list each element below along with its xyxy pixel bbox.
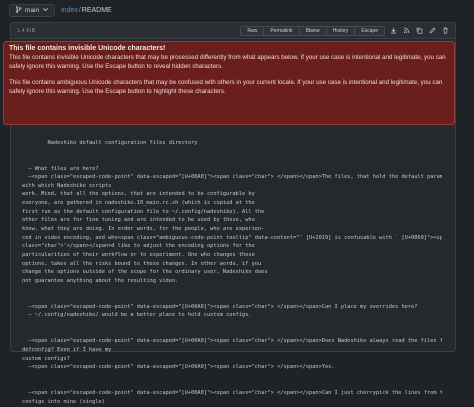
- top-bar: main index/README: [0, 0, 474, 20]
- breadcrumb-current-file: README: [81, 6, 112, 14]
- code-line: configs into mine (single): [22, 398, 105, 405]
- code-line: defconfig? Even if I have my: [22, 347, 112, 354]
- history-button[interactable]: History: [325, 25, 356, 36]
- code-line: —<span class="escaped-code-point" data-e…: [22, 303, 418, 310]
- raw-button[interactable]: Raw: [240, 25, 265, 36]
- code-line: —<span class="escaped-code-point" data-e…: [22, 174, 442, 181]
- code-line: – What files are here?: [22, 165, 99, 172]
- branch-name: main: [25, 6, 40, 14]
- file-content: Nadeshiko default configuration files di…: [22, 130, 442, 407]
- warning-title: This file contains invisible Unicode cha…: [9, 45, 166, 52]
- warning-invisible-text: This file contains invisible Unicode cha…: [9, 54, 446, 70]
- code-line: change the options outside of the scope …: [22, 269, 268, 276]
- file-actions: Raw Permalink Blame History Escape: [240, 25, 385, 36]
- code-line: not guarantee anything about the resulti…: [22, 277, 179, 284]
- code-line: class="char">’</span></span>d like to ad…: [22, 243, 255, 250]
- branch-icon: [15, 5, 22, 15]
- chevron-down-icon: [42, 6, 49, 15]
- breadcrumb-repo-link[interactable]: index: [61, 7, 78, 14]
- code-line: —<span class="escaped-code-point" data-e…: [22, 338, 442, 345]
- warning-ambiguous-text: This file contains ambiguous Unicode cha…: [9, 79, 443, 95]
- code-line: work. Mind, that all the options, that a…: [22, 191, 255, 198]
- blame-button[interactable]: Blame: [298, 25, 327, 36]
- code-line: know, what they are doing. In order word…: [22, 226, 265, 233]
- edit-icon[interactable]: [429, 27, 436, 34]
- code-line: first run as the default configuration f…: [22, 208, 265, 215]
- file-size: 1.4 KiB: [17, 27, 36, 34]
- unicode-warning-banner: This file contains invisible Unicode cha…: [3, 41, 455, 125]
- code-line: other files are for fine tuning and are …: [22, 217, 255, 224]
- code-line: —<span class="escaped-code-point" data-e…: [22, 364, 335, 371]
- file-header: 1.4 KiB Raw Permalink Blame History Esca…: [11, 23, 455, 39]
- permalink-button[interactable]: Permalink: [263, 25, 300, 36]
- branch-selector[interactable]: main: [9, 3, 56, 17]
- file-icon-actions: [390, 27, 449, 34]
- code-line: ced in video encoding, and who<span clas…: [22, 234, 442, 241]
- download-icon[interactable]: [390, 27, 397, 34]
- escape-button[interactable]: Escape: [354, 25, 385, 36]
- code-line: particularities of their workflow or to …: [22, 251, 255, 258]
- code-line: – ~/.config/nadeshiko/ would be a better…: [22, 312, 252, 319]
- delete-icon[interactable]: [442, 27, 449, 34]
- code-line: custom configs?: [22, 355, 70, 362]
- code-line: with which Nadeshiko scripts: [22, 182, 112, 189]
- breadcrumb: index/README: [61, 7, 112, 14]
- code-line: options, takes all the risks bound to th…: [22, 260, 262, 267]
- copy-icon[interactable]: [416, 27, 423, 34]
- code-line: everyone, are gathered in nadeshiko.10_m…: [22, 200, 255, 207]
- breadcrumb-separator: /: [78, 6, 81, 14]
- rss-icon[interactable]: [403, 27, 410, 34]
- code-line: —<span class="escaped-code-point" data-e…: [22, 390, 442, 397]
- code-line: Nadeshiko default configuration files di…: [22, 139, 198, 146]
